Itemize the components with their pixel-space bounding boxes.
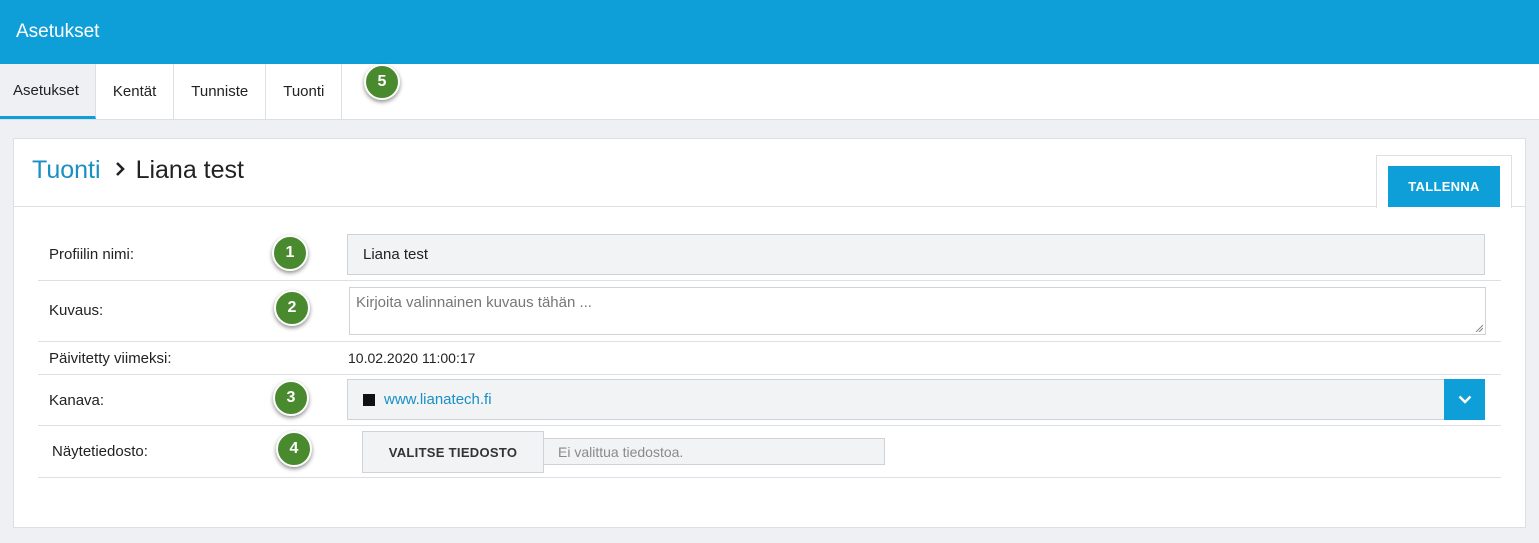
app-header: Asetukset	[0, 0, 1539, 64]
channel-color-swatch	[363, 393, 375, 406]
callout-marker-1: 1	[272, 235, 308, 271]
tab-tunniste[interactable]: Tunniste	[174, 64, 267, 119]
tab-kentat[interactable]: Kentät	[96, 64, 175, 119]
callout-marker-3: 3	[273, 380, 309, 416]
description-label: Kuvaus:	[49, 302, 104, 319]
callout-marker-2: 2	[274, 290, 310, 326]
file-status-field: Ei valittua tiedostoa.	[543, 438, 885, 465]
profile-name-label: Profiilin nimi:	[49, 246, 135, 263]
tab-bar: Asetukset Kentät Tunniste Tuonti	[0, 64, 1539, 120]
import-profile-panel: Tuonti Liana test TALLENNA Profiilin nim…	[13, 138, 1526, 528]
channel-label: Kanava:	[49, 392, 105, 409]
sample-file-label: Näytetiedosto:	[52, 443, 148, 460]
choose-file-button[interactable]: VALITSE TIEDOSTO	[362, 431, 544, 473]
description-placeholder: Kirjoita valinnainen kuvaus tähän ...	[356, 294, 592, 311]
channel-selected-value: www.lianatech.fi	[384, 391, 492, 408]
callout-marker-4: 4	[276, 431, 312, 467]
description-textarea[interactable]: Kirjoita valinnainen kuvaus tähän ...	[349, 287, 1486, 335]
app-title: Asetukset	[16, 21, 100, 42]
row-divider	[38, 477, 1501, 478]
breadcrumb-link-tuonti[interactable]: Tuonti	[32, 156, 101, 185]
channel-select[interactable]: www.lianatech.fi	[347, 379, 1485, 420]
tab-asetukset[interactable]: Asetukset	[0, 64, 96, 119]
panel-header: Tuonti Liana test TALLENNA	[14, 139, 1525, 208]
save-button[interactable]: TALLENNA	[1388, 166, 1500, 207]
save-button-container: TALLENNA	[1376, 155, 1512, 208]
breadcrumb: Tuonti Liana test	[32, 156, 244, 185]
row-divider	[38, 280, 1501, 281]
row-divider	[38, 425, 1501, 426]
callout-marker-5: 5	[364, 64, 400, 100]
row-divider	[38, 341, 1501, 342]
page-title: Liana test	[135, 156, 244, 184]
chevron-right-icon	[115, 160, 126, 181]
row-divider	[38, 374, 1501, 375]
updated-value: 10.02.2020 11:00:17	[348, 350, 476, 366]
tab-tuonti[interactable]: Tuonti	[266, 64, 343, 119]
chevron-down-icon[interactable]	[1444, 379, 1485, 420]
updated-label: Päivitetty viimeksi:	[49, 350, 172, 367]
profile-name-input[interactable]: Liana test	[347, 234, 1485, 275]
resize-grip-icon[interactable]	[1475, 324, 1483, 332]
